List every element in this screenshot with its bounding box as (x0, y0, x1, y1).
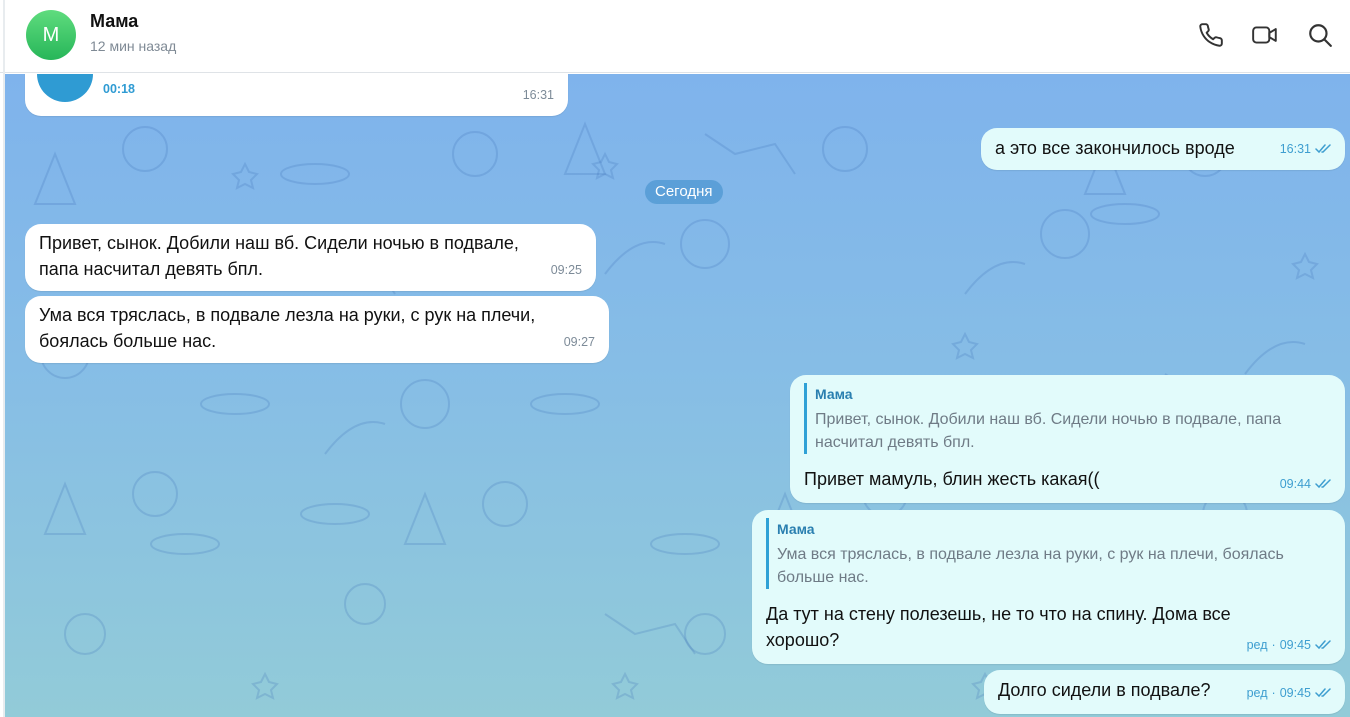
panel-divider (3, 0, 5, 717)
message-meta: 16:31 (1280, 136, 1333, 162)
avatar[interactable]: М (26, 10, 76, 60)
message-text-line: Ума вся тряслась, в подвале лезла на рук… (39, 305, 536, 325)
last-seen-status: 12 мин назад (90, 38, 177, 54)
message-time: 16:31 (522, 88, 554, 102)
play-icon[interactable] (37, 74, 93, 102)
outgoing-message[interactable]: а это все закончилось вроде 16:31 (981, 128, 1345, 170)
double-check-icon (1315, 479, 1331, 489)
chat-header: М Мама 12 мин назад (0, 0, 1350, 73)
voice-message[interactable]: 00:18 16:31 (25, 74, 568, 116)
message-meta: ред · 09:45 (1247, 680, 1333, 706)
reply-author: Мама (815, 386, 853, 402)
reply-text-line: насчитал девять бпл. (815, 434, 975, 451)
message-text: Долго сидели в подвале? (998, 680, 1211, 700)
search-icon[interactable] (1305, 20, 1335, 50)
voice-duration: 00:18 (103, 82, 135, 96)
reply-text-line: больше нас. (777, 569, 869, 586)
message-text: Привет мамуль, блин жесть какая(( (804, 469, 1100, 489)
message-time: 09:27 (563, 335, 595, 349)
edited-label: ред (1246, 686, 1268, 700)
chat-title[interactable]: Мама (90, 11, 138, 32)
outgoing-message[interactable]: Мама Ума вся тряслась, в подвале лезла н… (752, 510, 1345, 664)
message-text-line: Привет, сынок. Добили наш вб. Сидели ноч… (39, 233, 519, 253)
reply-quote[interactable]: Мама Привет, сынок. Добили наш вб. Сидел… (804, 383, 1331, 454)
reply-text-line: Привет, сынок. Добили наш вб. Сидели ноч… (815, 411, 1282, 428)
message-text-line: боялась больше нас. (39, 331, 217, 351)
message-time: 09:25 (550, 263, 582, 277)
message-meta: ред · 09:45 (1247, 632, 1333, 658)
reply-author: Мама (777, 521, 815, 537)
phone-icon[interactable] (1196, 20, 1226, 50)
message-list[interactable]: 00:18 16:31 а это все закончилось вроде … (5, 74, 1350, 717)
message-text: а это все закончилось вроде (995, 138, 1235, 158)
outgoing-message[interactable]: Мама Привет, сынок. Добили наш вб. Сидел… (790, 375, 1345, 503)
message-text-line: Да тут на стену полезешь, не то что на с… (766, 604, 1231, 624)
incoming-message[interactable]: Ума вся тряслась, в подвале лезла на рук… (25, 296, 609, 363)
double-check-icon (1315, 144, 1331, 154)
date-separator: Сегодня (645, 180, 723, 204)
message-meta: 09:44 (1280, 471, 1333, 497)
reply-text-line: Ума вся тряслась, в подвале лезла на рук… (777, 546, 1284, 563)
reply-quote[interactable]: Мама Ума вся тряслась, в подвале лезла н… (766, 518, 1331, 589)
double-check-icon (1315, 640, 1331, 650)
edited-label: ред (1246, 638, 1268, 652)
outgoing-message[interactable]: Долго сидели в подвале? ред · 09:45 (984, 670, 1345, 714)
message-text-line: папа насчитал девять бпл. (39, 259, 264, 279)
video-camera-icon[interactable] (1250, 20, 1280, 50)
double-check-icon (1315, 688, 1331, 698)
incoming-message[interactable]: Привет, сынок. Добили наш вб. Сидели ноч… (25, 224, 596, 291)
